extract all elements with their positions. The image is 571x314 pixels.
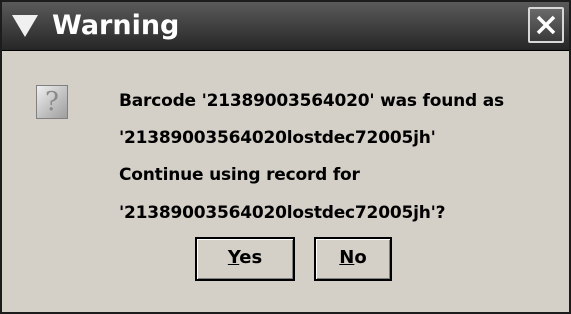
dialog-body: ? Barcode '21389003564020' was found as … (2, 51, 569, 312)
window-menu-button[interactable] (10, 12, 40, 40)
message-line-3: Continue using record for (119, 165, 360, 185)
message-line-4: '21389003564020lostdec72005jh'? (119, 203, 446, 223)
warning-dialog: Warning ? Barcode '21389003564020' was f… (0, 0, 571, 314)
question-icon: ? (36, 85, 68, 119)
dialog-title: Warning (52, 10, 180, 41)
close-button[interactable] (528, 7, 564, 43)
title-bar[interactable]: Warning (2, 2, 569, 51)
close-icon (536, 15, 556, 35)
yes-label-rest: es (239, 247, 263, 268)
message-line-1: Barcode '21389003564020' was found as (119, 91, 504, 111)
triangle-down-icon (12, 15, 38, 37)
no-mnemonic: N (339, 247, 355, 268)
yes-button[interactable]: Yes (195, 237, 295, 281)
no-label-rest: o (354, 247, 367, 268)
yes-mnemonic: Y (227, 247, 240, 268)
no-button[interactable]: No (314, 237, 392, 281)
message-line-2: '21389003564020lostdec72005jh' (119, 128, 436, 148)
